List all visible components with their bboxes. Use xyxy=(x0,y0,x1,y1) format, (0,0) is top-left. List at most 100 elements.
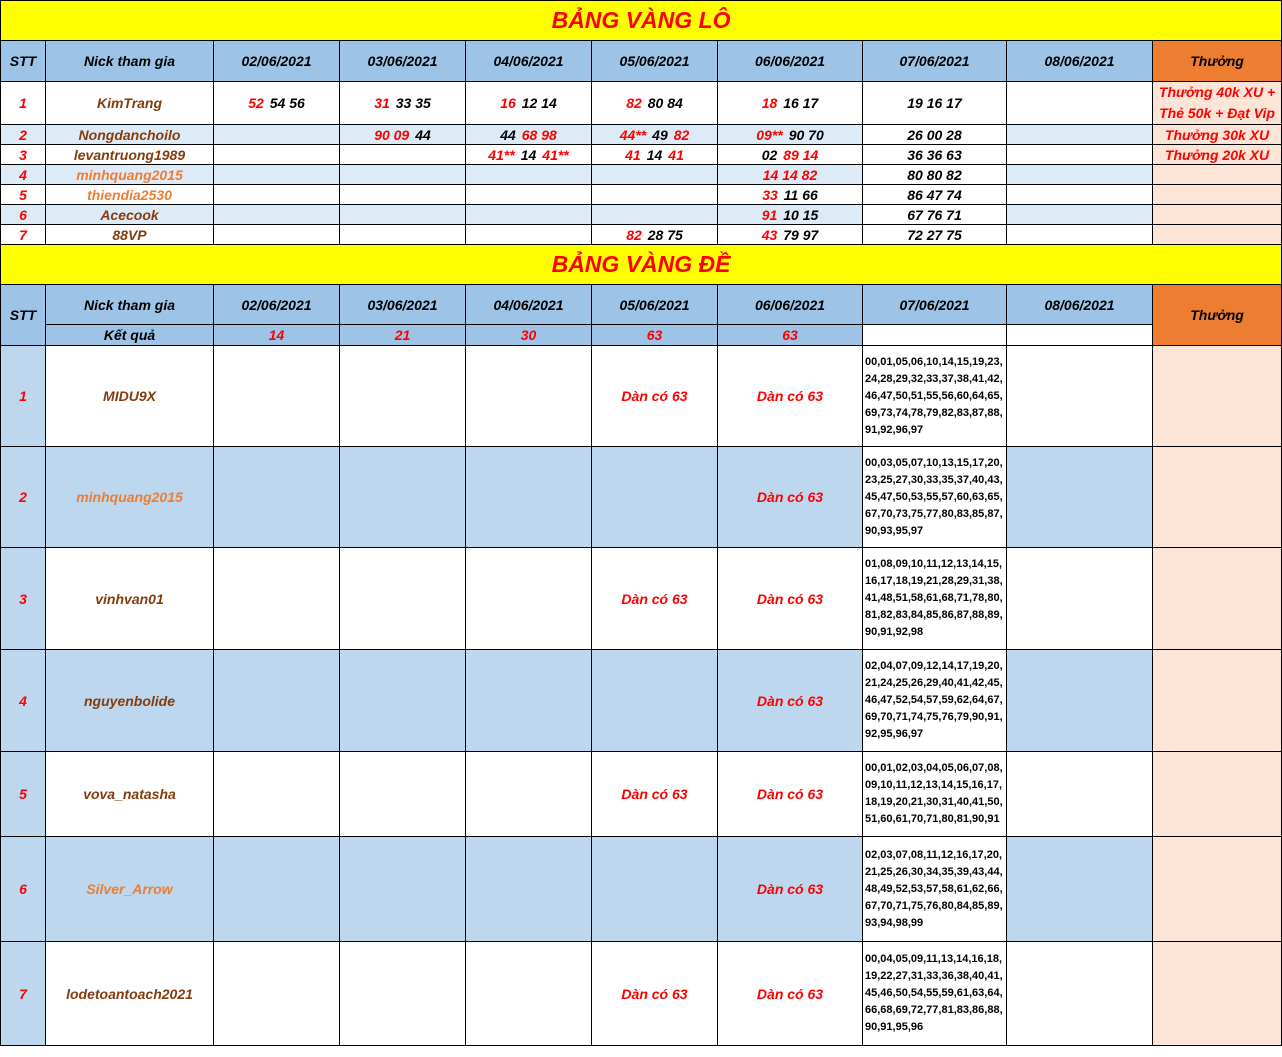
lo-nick: KimTrang xyxy=(45,81,214,125)
de-number-list: 00,01,02,03,04,05,06,07,08,09,10,11,12,1… xyxy=(862,751,1007,837)
lo-cell: 91 10 15 xyxy=(717,204,863,225)
lo-cell: 36 36 63 xyxy=(862,144,1007,165)
de-number-list: 00,04,05,09,11,13,14,16,18,19,22,27,31,3… xyxy=(862,941,1007,1046)
de-nick: nguyenbolide xyxy=(45,649,214,752)
lo-cell: 44** 49 82 xyxy=(591,124,718,145)
lo-row: 1 KimTrang 52 54 56 31 33 35 16 12 14 82 80 … xyxy=(0,81,1282,125)
lo-cell: 90 09 44 xyxy=(339,124,466,145)
de-cell xyxy=(465,345,592,447)
de-cell xyxy=(1006,649,1153,752)
de-header-stt: STT xyxy=(0,284,46,346)
lo-reward xyxy=(1151,224,1282,245)
de-stt: 5 xyxy=(0,751,46,837)
de-row: 6 Silver_Arrow Dàn có 63 02,03,07,08,11,… xyxy=(0,836,1282,942)
lo-nick: Acecook xyxy=(45,204,214,225)
de-cell: Dàn có 63 xyxy=(717,446,863,548)
lo-reward: Thưởng 40k XU + Thẻ 50k + Đạt Vip xyxy=(1151,81,1282,125)
lo-cell xyxy=(1006,204,1153,225)
lo-cell: 44 68 98 xyxy=(465,124,592,145)
lo-stt: 6 xyxy=(0,204,46,225)
lo-header-date-1: 02/06/2021 xyxy=(213,40,340,82)
de-result-value xyxy=(1006,324,1153,346)
de-cell xyxy=(1006,446,1153,548)
de-number-list: 02,04,07,09,12,14,17,19,20,21,24,25,26,2… xyxy=(862,649,1007,752)
de-cell xyxy=(465,649,592,752)
de-number-list: 01,08,09,10,11,12,13,14,15,16,17,18,19,2… xyxy=(862,547,1007,650)
lo-cell xyxy=(1006,144,1153,165)
de-row: 5 vova_natasha Dàn có 63 Dàn có 63 00,01… xyxy=(0,751,1282,837)
de-cell xyxy=(339,836,466,942)
lo-row: 6 Acecook 91 10 15 67 76 71 xyxy=(0,204,1282,225)
lo-nick: minhquang2015 xyxy=(45,164,214,185)
de-result-value: 63 xyxy=(591,324,718,346)
lo-cell xyxy=(213,224,340,245)
lo-stt: 3 xyxy=(0,144,46,165)
de-reward xyxy=(1151,649,1282,752)
de-header-date-1: 02/06/2021 xyxy=(213,284,340,325)
lo-header-date-6: 07/06/2021 xyxy=(862,40,1007,82)
lo-nick: 88VP xyxy=(45,224,214,245)
de-nick: MIDU9X xyxy=(45,345,214,447)
de-row: 4 nguyenbolide Dàn có 63 02,04,07,09,12,… xyxy=(0,649,1282,752)
lo-cell: 41 14 41 xyxy=(591,144,718,165)
lo-cell: 72 27 75 xyxy=(862,224,1007,245)
lo-cell: 31 33 35 xyxy=(339,81,466,125)
de-cell xyxy=(213,941,340,1046)
de-row: 3 vinhvan01 Dàn có 63 Dàn có 63 01,08,09… xyxy=(0,547,1282,650)
lo-header-date-2: 03/06/2021 xyxy=(339,40,466,82)
lo-cell xyxy=(213,124,340,145)
lo-cell: 80 80 82 xyxy=(862,164,1007,185)
de-cell xyxy=(591,446,718,548)
lo-cell: 82 80 84 xyxy=(591,81,718,125)
de-cell xyxy=(1006,836,1153,942)
lo-cell xyxy=(1006,224,1153,245)
lo-cell: 18 16 17 xyxy=(717,81,863,125)
de-nick: Silver_Arrow xyxy=(45,836,214,942)
lo-cell xyxy=(339,224,466,245)
lo-header-date-5: 06/06/2021 xyxy=(717,40,863,82)
lo-reward: Thưởng 20k XU xyxy=(1151,144,1282,165)
lo-stt: 5 xyxy=(0,184,46,205)
lo-cell xyxy=(213,204,340,225)
lo-cell xyxy=(213,144,340,165)
de-cell xyxy=(213,345,340,447)
lo-cell: 14 14 82 xyxy=(717,164,863,185)
de-cell: Dàn có 63 xyxy=(717,751,863,837)
de-cell xyxy=(1006,547,1153,650)
de-cell xyxy=(339,547,466,650)
de-number-list: 00,03,05,07,10,13,15,17,20,23,25,27,30,3… xyxy=(862,446,1007,548)
de-number-list: 02,03,07,08,11,12,16,17,20,21,25,26,30,3… xyxy=(862,836,1007,942)
de-cell xyxy=(465,941,592,1046)
lo-stt: 4 xyxy=(0,164,46,185)
de-cell: Dàn có 63 xyxy=(591,547,718,650)
lo-cell xyxy=(213,184,340,205)
de-header-reward: Thưởng xyxy=(1151,284,1282,346)
de-row: 1 MIDU9X Dàn có 63 Dàn có 63 00,01,05,06… xyxy=(0,345,1282,447)
de-header-nick: Nick tham gia xyxy=(45,284,214,325)
de-stt: 6 xyxy=(0,836,46,942)
de-result-value: 14 xyxy=(213,324,340,346)
de-result-value xyxy=(862,324,1007,346)
de-nick: lodetoantoach2021 xyxy=(45,941,214,1046)
lo-cell xyxy=(465,224,592,245)
de-cell xyxy=(213,446,340,548)
lo-reward xyxy=(1151,164,1282,185)
lo-row: 4 minhquang2015 14 14 82 80 80 82 xyxy=(0,164,1282,185)
lo-cell xyxy=(339,204,466,225)
de-table: BẢNG VÀNG ĐỀ STT Nick tham gia 02/06/202… xyxy=(0,244,1282,1046)
de-cell: Dàn có 63 xyxy=(717,345,863,447)
de-cell: Dàn có 63 xyxy=(717,649,863,752)
lo-cell xyxy=(1006,81,1153,125)
lo-nick: Nongdanchoilo xyxy=(45,124,214,145)
lo-cell xyxy=(1006,164,1153,185)
lo-stt: 7 xyxy=(0,224,46,245)
lo-table: BẢNG VÀNG LÔ STT Nick tham gia 02/06/202… xyxy=(0,0,1282,245)
de-result-value: 63 xyxy=(717,324,863,346)
de-result-label: Kết quả xyxy=(45,324,214,346)
lo-reward xyxy=(1151,184,1282,205)
lo-nick: levantruong1989 xyxy=(45,144,214,165)
lo-cell: 67 76 71 xyxy=(862,204,1007,225)
de-title: BẢNG VÀNG ĐỀ xyxy=(0,244,1282,285)
de-cell xyxy=(339,649,466,752)
de-reward xyxy=(1151,446,1282,548)
